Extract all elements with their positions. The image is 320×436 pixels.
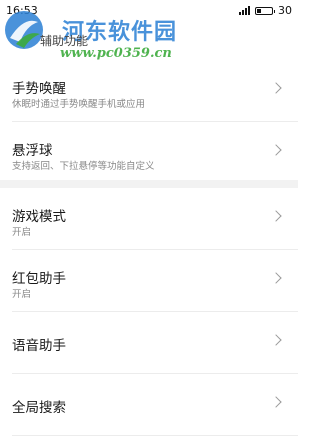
global-search-item[interactable]: 全局搜索 — [0, 374, 298, 436]
settings-section-1: 手势唤醒 休眠时通过手势唤醒手机或应用 悬浮球 支持返回、下拉悬停等功能自定义 — [0, 60, 298, 184]
battery-icon — [255, 6, 275, 15]
chevron-right-icon — [270, 334, 282, 346]
settings-section-2: 游戏模式 开启 红包助手 开启 语音助手 全局搜索 — [0, 188, 298, 436]
chevron-right-icon — [270, 82, 282, 94]
floating-ball-label: 悬浮球 — [12, 143, 53, 159]
chevron-right-icon — [270, 144, 282, 156]
watermark: 河东软件园 www.pc0359.cn — [0, 2, 200, 62]
red-packet-assistant-status: 开启 — [12, 289, 32, 300]
signal-icon — [239, 6, 250, 15]
battery-fill — [257, 8, 261, 13]
game-mode-status: 开启 — [12, 227, 32, 238]
chevron-right-icon — [270, 396, 282, 408]
voice-assistant-item[interactable]: 语音助手 — [0, 312, 298, 374]
red-packet-assistant-label: 红包助手 — [12, 271, 66, 287]
status-indicators: 30 — [239, 4, 292, 17]
global-search-label: 全局搜索 — [12, 400, 66, 416]
chevron-right-icon — [270, 210, 282, 222]
floating-ball-desc: 支持返回、下拉悬停等功能自定义 — [12, 161, 155, 172]
game-mode-item[interactable]: 游戏模式 开启 — [0, 188, 298, 250]
gesture-wake-label: 手势唤醒 — [12, 81, 66, 97]
chevron-right-icon — [270, 272, 282, 284]
floating-ball-item[interactable]: 悬浮球 支持返回、下拉悬停等功能自定义 — [0, 122, 298, 184]
game-mode-label: 游戏模式 — [12, 209, 66, 225]
voice-assistant-label: 语音助手 — [12, 338, 66, 354]
section-separator — [0, 180, 298, 188]
page-title: 辅助功能 — [40, 34, 89, 48]
battery-percent: 30 — [278, 4, 292, 17]
red-packet-assistant-item[interactable]: 红包助手 开启 — [0, 250, 298, 312]
gesture-wake-desc: 休眠时通过手势唤醒手机或应用 — [12, 99, 146, 110]
gesture-wake-item[interactable]: 手势唤醒 休眠时通过手势唤醒手机或应用 — [0, 60, 298, 122]
